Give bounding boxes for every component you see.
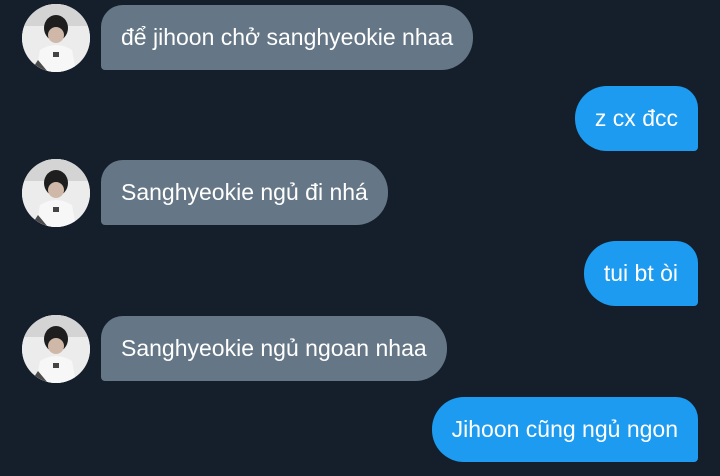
avatar[interactable] — [22, 315, 90, 383]
outgoing-message-bubble[interactable]: z cx đcc — [574, 86, 698, 151]
outgoing-message-bubble[interactable]: Jihoon cũng ngủ ngon — [431, 397, 698, 462]
incoming-message-bubble[interactable]: Sanghyeokie ngủ đi nhá — [101, 160, 388, 225]
incoming-message-bubble[interactable]: Sanghyeokie ngủ ngoan nhaa — [101, 316, 447, 381]
avatar[interactable] — [22, 4, 90, 72]
incoming-message-bubble[interactable]: để jihoon chở sanghyeokie nhaa — [101, 5, 474, 70]
outgoing-message-bubble[interactable]: tui bt òi — [583, 241, 698, 306]
avatar[interactable] — [22, 159, 90, 227]
